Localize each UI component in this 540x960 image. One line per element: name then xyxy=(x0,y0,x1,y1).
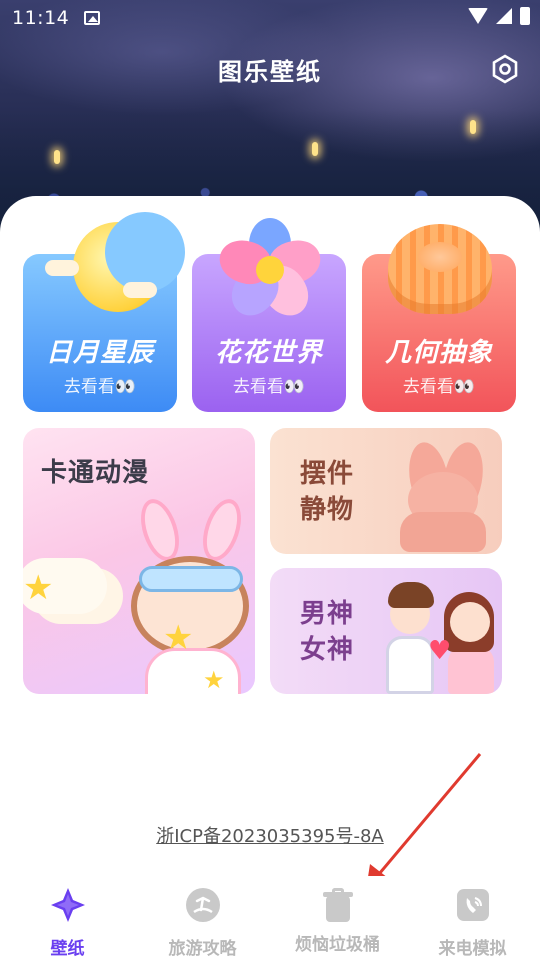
settings-icon xyxy=(492,54,518,84)
card-label-line2: 女神 xyxy=(300,635,355,665)
card-cartoon-anime[interactable]: 卡通动漫 ★ ★ ★ xyxy=(23,428,255,694)
wallpaper-icon xyxy=(50,888,85,922)
card-ornament-still-life[interactable]: 摆件 静物 xyxy=(270,428,502,554)
nav-label: 烦恼垃圾桶 xyxy=(295,935,380,955)
cloud-icon xyxy=(45,260,79,276)
category-card-sun-moon-stars[interactable]: 日月星辰 去看看👀 xyxy=(23,212,185,412)
firefly-glow xyxy=(312,142,318,156)
moon-icon xyxy=(73,212,185,312)
card-label: 摆件 静物 xyxy=(300,456,354,528)
couple-illustration: ♥ xyxy=(382,576,500,694)
knot-icon xyxy=(388,224,492,314)
cloud-icon xyxy=(123,282,157,298)
category-label: 日月星辰 xyxy=(45,338,154,368)
category-card-geometric-abstract[interactable]: 几何抽象 去看看👀 xyxy=(362,224,516,412)
category-label: 几何抽象 xyxy=(384,338,493,368)
nav-item-wallpaper[interactable]: 壁纸 xyxy=(0,888,135,959)
firefly-glow xyxy=(470,120,476,134)
app-title: 图乐壁纸 xyxy=(218,58,322,86)
cartoon-girl-image xyxy=(123,494,253,694)
gallery-notification-icon xyxy=(84,11,100,25)
category-label: 花花世界 xyxy=(214,338,323,368)
battery-icon xyxy=(520,7,530,25)
card-couple[interactable]: 男神 女神 ♥ xyxy=(270,568,502,694)
nav-item-trash[interactable]: 烦恼垃圾桶 xyxy=(270,888,405,955)
category-sub: 去看看👀 xyxy=(232,377,306,397)
wifi-icon xyxy=(468,8,488,24)
category-sub: 去看看👀 xyxy=(63,377,137,397)
bunny-plush-icon xyxy=(388,439,498,552)
card-label: 卡通动漫 xyxy=(41,458,150,488)
nav-label: 来电模拟 xyxy=(438,939,507,959)
heart-icon: ♥ xyxy=(428,636,452,666)
category-sub: 去看看👀 xyxy=(402,377,476,397)
settings-button[interactable] xyxy=(490,54,520,84)
category-card-flower-world[interactable]: 花花世界 去看看👀 xyxy=(192,218,346,412)
nav-label: 壁纸 xyxy=(50,939,85,959)
phone-icon xyxy=(456,889,489,921)
status-time: 11:14 xyxy=(12,7,70,29)
trash-icon xyxy=(321,888,355,922)
star-icon: ★ xyxy=(203,666,225,694)
status-bar: 11:14 xyxy=(0,0,540,36)
signal-icon xyxy=(496,8,512,24)
star-icon: ★ xyxy=(163,618,194,658)
card-label-line2: 静物 xyxy=(300,495,355,525)
nav-item-call-simulator[interactable]: 来电模拟 xyxy=(405,888,540,959)
bottom-nav: 壁纸 旅游攻略 烦恼垃圾桶 来电模拟 xyxy=(0,876,540,960)
nav-label: 旅游攻略 xyxy=(168,939,237,959)
star-icon: ★ xyxy=(23,568,54,608)
card-label-line1: 男神 xyxy=(300,599,355,629)
travel-icon xyxy=(185,888,220,922)
card-label-line1: 摆件 xyxy=(300,459,355,489)
firefly-glow xyxy=(54,150,60,164)
card-label: 男神 女神 xyxy=(300,596,354,668)
icp-link[interactable]: 浙ICP备2023035395号-8A xyxy=(0,822,540,848)
nav-item-travel[interactable]: 旅游攻略 xyxy=(135,888,270,959)
flower-icon xyxy=(214,218,326,325)
